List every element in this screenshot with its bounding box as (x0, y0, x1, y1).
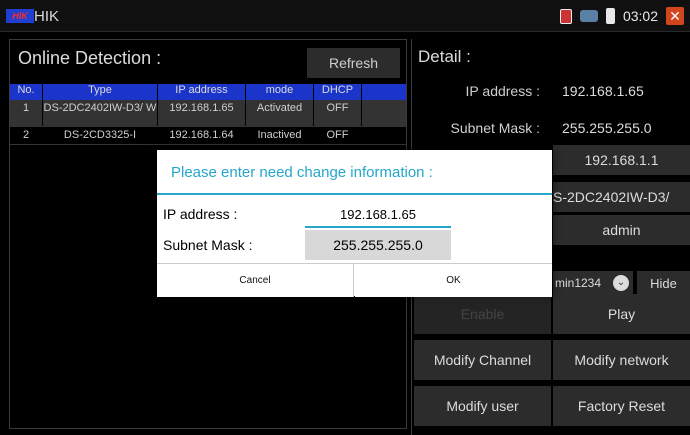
close-icon[interactable]: ✕ (666, 7, 684, 25)
column-header-dhcp: DHCP (314, 84, 362, 100)
row-dhcp: OFF (314, 127, 362, 144)
row-mode: Activated (246, 100, 314, 126)
row-no: 2 (10, 127, 43, 144)
detail-ip-value: 192.168.1.65 (562, 83, 644, 99)
battery-icon (605, 8, 615, 24)
ok-button[interactable]: OK (355, 264, 552, 297)
username-field[interactable]: admin (553, 215, 690, 245)
dialog-mask-label: Subnet Mask : (163, 237, 253, 253)
row-dhcp: OFF (314, 100, 362, 126)
row-ip: 192.168.1.64 (158, 127, 246, 144)
column-header-ip: IP address (158, 84, 246, 100)
device-table: No. Type IP address mode DHCP 1 DS-2DC24… (10, 84, 406, 145)
table-row[interactable]: 2 DS-2CD3325-I 192.168.1.64 Inactived OF… (10, 127, 406, 145)
detail-title: Detail : (418, 47, 471, 66)
clock: 03:02 (622, 8, 658, 24)
device-type-field[interactable]: S-2DC2402IW-D3/ (553, 182, 690, 212)
dialog-ip-label: IP address : (163, 206, 238, 222)
table-header: No. Type IP address mode DHCP (10, 84, 406, 100)
column-header-mode: mode (246, 84, 314, 100)
dialog-button-row: Cancel OK (157, 263, 552, 297)
gateway-field[interactable]: 192.168.1.1 (553, 145, 690, 175)
subnet-mask-field[interactable]: 255.255.255.0 (305, 230, 451, 260)
ip-address-input[interactable] (305, 202, 451, 228)
status-bar: HIK HIK 03:02 ✕ (0, 0, 690, 32)
hide-button[interactable]: Hide (637, 271, 690, 295)
enable-button[interactable]: Enable (414, 294, 551, 334)
dialog-divider (157, 193, 552, 195)
dialog-title: Please enter need change information : (171, 164, 433, 181)
change-info-dialog: Please enter need change information : I… (157, 150, 552, 297)
play-button[interactable]: Play (553, 294, 690, 334)
row-mode: Inactived (246, 127, 314, 144)
factory-reset-button[interactable]: Factory Reset (553, 386, 690, 426)
refresh-button[interactable]: Refresh (307, 48, 400, 78)
row-no: 1 (10, 100, 43, 126)
detail-ip-label: IP address : (465, 83, 540, 99)
row-type: DS-2DC2402IW-D3/ W (43, 100, 158, 126)
modify-user-button[interactable]: Modify user (414, 386, 551, 426)
column-header-no: No. (10, 84, 43, 100)
detail-mask-label: Subnet Mask : (450, 120, 541, 136)
status-icons: 03:02 ✕ (559, 6, 684, 26)
column-header-type: Type (43, 84, 158, 100)
app-title: HIK (34, 8, 60, 25)
hik-logo: HIK (6, 9, 34, 23)
network-icon (579, 10, 598, 22)
online-detection-title: Online Detection : (18, 48, 162, 68)
detail-mask-value: 255.255.255.0 (562, 120, 652, 136)
table-row[interactable]: 1 DS-2DC2402IW-D3/ W 192.168.1.65 Activa… (10, 100, 406, 127)
row-ip: 192.168.1.65 (158, 100, 246, 126)
chevron-down-icon[interactable]: ⌄ (613, 275, 629, 291)
cancel-button[interactable]: Cancel (157, 264, 354, 297)
modify-channel-button[interactable]: Modify Channel (414, 340, 551, 380)
modify-network-button[interactable]: Modify network (553, 340, 690, 380)
row-type: DS-2CD3325-I (43, 127, 158, 144)
sd-card-icon (559, 8, 572, 24)
